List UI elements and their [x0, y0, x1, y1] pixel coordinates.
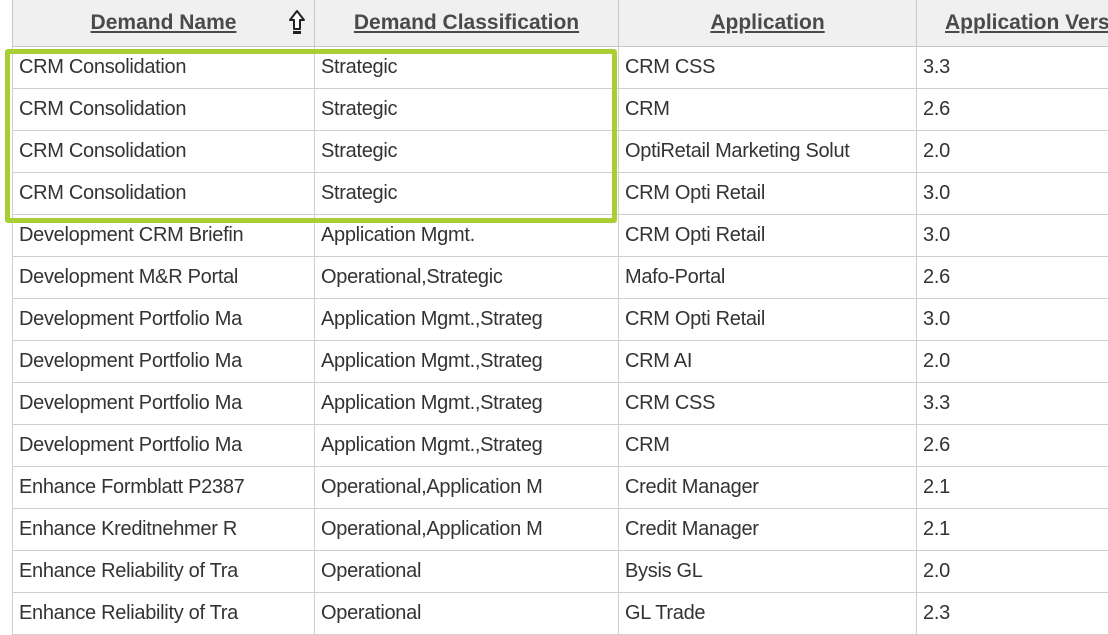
- cell-demand-name: Development Portfolio Ma: [12, 382, 315, 425]
- cell-demand-classification: Strategic: [314, 130, 619, 173]
- cell-application-version: 3.3: [916, 382, 1108, 425]
- cell-demand-name: Development Portfolio Ma: [12, 424, 315, 467]
- demand-grid: Demand Name Demand Classification Applic…: [12, 0, 1108, 635]
- cell-application: CRM Opti Retail: [618, 298, 917, 341]
- cell-application-version: 2.1: [916, 508, 1108, 551]
- cell-demand-name: Development CRM Briefin: [12, 214, 315, 257]
- cell-application: CRM CSS: [618, 382, 917, 425]
- cell-application-version: 2.3: [916, 592, 1108, 635]
- cell-demand-name: Development Portfolio Ma: [12, 298, 315, 341]
- column-header-demand-name[interactable]: Demand Name: [12, 0, 315, 47]
- cell-demand-classification: Operational,Strategic: [314, 256, 619, 299]
- column-header-label: Application Version: [945, 11, 1108, 34]
- cell-application: Credit Manager: [618, 508, 917, 551]
- column-header-label: Demand Classification: [353, 11, 580, 34]
- table-row[interactable]: Development CRM Briefin Application Mgmt…: [12, 214, 1108, 257]
- cell-demand-classification: Strategic: [314, 46, 619, 89]
- cell-demand-name: Enhance Kreditnehmer R: [12, 508, 315, 551]
- cell-demand-classification: Operational: [314, 550, 619, 593]
- cell-application-version: 3.0: [916, 172, 1108, 215]
- cell-demand-classification: Operational,Application M: [314, 466, 619, 509]
- demand-table: Demand Name Demand Classification Applic…: [12, 0, 1108, 635]
- cell-demand-name: Enhance Reliability of Tra: [12, 592, 315, 635]
- cell-demand-classification: Operational,Application M: [314, 508, 619, 551]
- cell-demand-name: Enhance Formblatt P2387: [12, 466, 315, 509]
- cell-application: CRM: [618, 88, 917, 131]
- cell-application-version: 2.0: [916, 550, 1108, 593]
- cell-application: CRM CSS: [618, 46, 917, 89]
- table-row[interactable]: Development Portfolio Ma Application Mgm…: [12, 424, 1108, 467]
- cell-application: OptiRetail Marketing Solut: [618, 130, 917, 173]
- table-row[interactable]: Enhance Kreditnehmer R Operational,Appli…: [12, 508, 1108, 551]
- cell-demand-name: Development Portfolio Ma: [12, 340, 315, 383]
- column-header-label: Application: [710, 11, 825, 34]
- table-row[interactable]: CRM Consolidation Strategic CRM 2.6: [12, 88, 1108, 131]
- cell-demand-classification: Application Mgmt.: [314, 214, 619, 257]
- cell-application: CRM: [618, 424, 917, 467]
- cell-application-version: 2.0: [916, 130, 1108, 173]
- cell-demand-name: CRM Consolidation: [12, 172, 315, 215]
- table-row[interactable]: Enhance Reliability of Tra Operational B…: [12, 550, 1108, 593]
- cell-demand-classification: Strategic: [314, 172, 619, 215]
- cell-demand-name: Enhance Reliability of Tra: [12, 550, 315, 593]
- table-row[interactable]: Enhance Reliability of Tra Operational G…: [12, 592, 1108, 635]
- column-header-application-version[interactable]: Application Version: [916, 0, 1108, 47]
- table-row[interactable]: CRM Consolidation Strategic OptiRetail M…: [12, 130, 1108, 173]
- cell-application-version: 2.6: [916, 256, 1108, 299]
- cell-application: CRM Opti Retail: [618, 214, 917, 257]
- table-row[interactable]: Development M&R Portal Operational,Strat…: [12, 256, 1108, 299]
- cell-demand-classification: Operational: [314, 592, 619, 635]
- column-header-application[interactable]: Application: [618, 0, 917, 47]
- cell-demand-classification: Application Mgmt.,Strateg: [314, 424, 619, 467]
- column-header-label: Demand Name: [90, 11, 237, 34]
- cell-application-version: 2.6: [916, 424, 1108, 467]
- column-header-demand-classification[interactable]: Demand Classification: [314, 0, 619, 47]
- cell-application: GL Trade: [618, 592, 917, 635]
- cell-application: CRM AI: [618, 340, 917, 383]
- cell-application: CRM Opti Retail: [618, 172, 917, 215]
- header-row: Demand Name Demand Classification Applic…: [12, 0, 1108, 47]
- cell-application-version: 3.0: [916, 298, 1108, 341]
- cell-application-version: 2.1: [916, 466, 1108, 509]
- cell-application: Bysis GL: [618, 550, 917, 593]
- cell-application-version: 2.6: [916, 88, 1108, 131]
- cell-demand-name: CRM Consolidation: [12, 88, 315, 131]
- cell-demand-classification: Application Mgmt.,Strateg: [314, 340, 619, 383]
- cell-application-version: 2.0: [916, 340, 1108, 383]
- table-row[interactable]: CRM Consolidation Strategic CRM Opti Ret…: [12, 172, 1108, 215]
- table-row[interactable]: Development Portfolio Ma Application Mgm…: [12, 382, 1108, 425]
- table-row[interactable]: Enhance Formblatt P2387 Operational,Appl…: [12, 466, 1108, 509]
- table-row[interactable]: CRM Consolidation Strategic CRM CSS 3.3: [12, 46, 1108, 89]
- cell-application: Credit Manager: [618, 466, 917, 509]
- cell-application: Mafo-Portal: [618, 256, 917, 299]
- cell-demand-classification: Application Mgmt.,Strateg: [314, 298, 619, 341]
- cell-demand-name: Development M&R Portal: [12, 256, 315, 299]
- table-row[interactable]: Development Portfolio Ma Application Mgm…: [12, 340, 1108, 383]
- cell-demand-name: CRM Consolidation: [12, 46, 315, 89]
- cell-application-version: 3.3: [916, 46, 1108, 89]
- cell-demand-classification: Application Mgmt.,Strateg: [314, 382, 619, 425]
- cell-application-version: 3.0: [916, 214, 1108, 257]
- table-row[interactable]: Development Portfolio Ma Application Mgm…: [12, 298, 1108, 341]
- sort-ascending-arrow-icon[interactable]: [288, 9, 306, 35]
- cell-demand-name: CRM Consolidation: [12, 130, 315, 173]
- cell-demand-classification: Strategic: [314, 88, 619, 131]
